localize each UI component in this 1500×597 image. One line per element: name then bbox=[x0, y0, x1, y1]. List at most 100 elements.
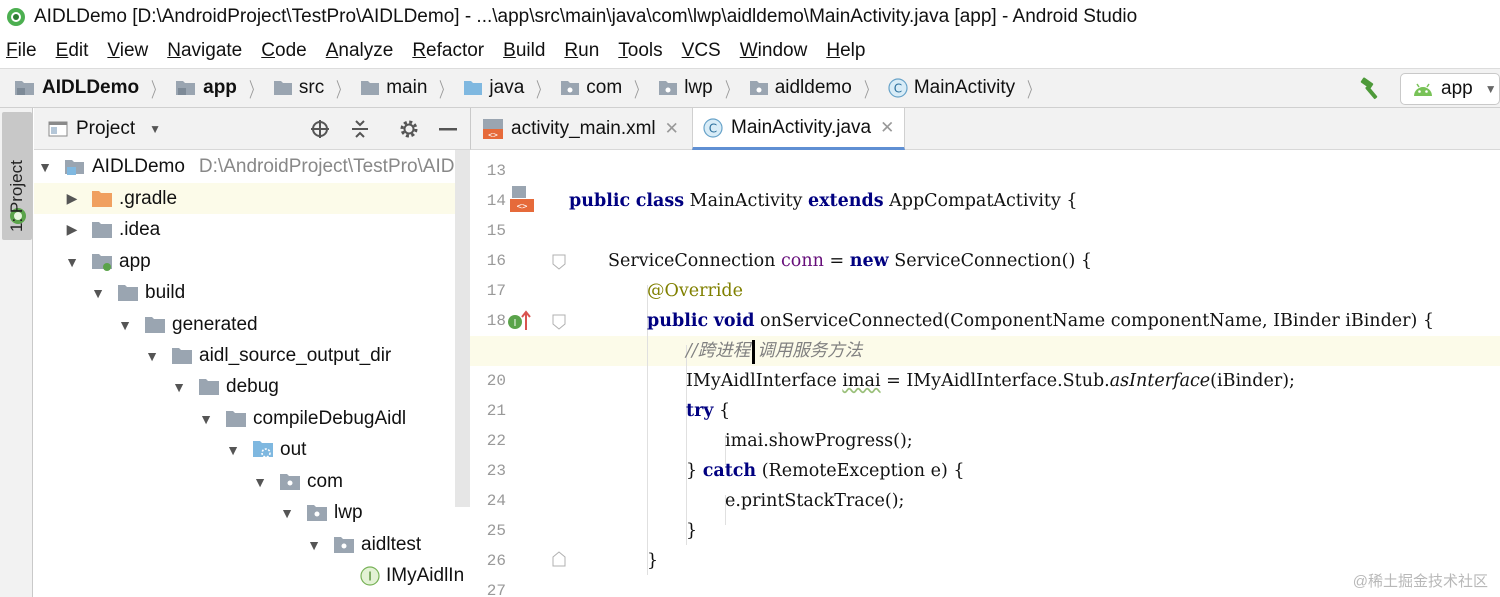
expand-arrow-icon[interactable]: ▼ bbox=[172, 379, 186, 395]
expand-arrow-icon[interactable]: ▶ bbox=[65, 221, 79, 238]
breadcrumb-com[interactable]: com bbox=[560, 77, 622, 99]
folder-icon bbox=[360, 80, 380, 96]
title-bar: AIDLDemo [D:\AndroidProject\TestPro\AIDL… bbox=[0, 0, 1500, 34]
menu-run[interactable]: Run bbox=[564, 40, 599, 62]
breadcrumb-app[interactable]: app bbox=[175, 77, 237, 99]
tab-activity-main-xml[interactable]: <> activity_main.xml ✕ bbox=[471, 108, 689, 150]
expand-arrow-icon[interactable]: ▼ bbox=[226, 442, 240, 458]
menu-view[interactable]: View bbox=[107, 40, 148, 62]
tree-item-label: aidltest bbox=[361, 533, 422, 555]
hide-icon[interactable] bbox=[439, 128, 457, 132]
menu-vcs[interactable]: VCS bbox=[682, 40, 721, 62]
collapse-all-icon[interactable] bbox=[350, 119, 370, 139]
code-line-14: public class MainActivity extends AppCom… bbox=[470, 186, 1500, 216]
expand-arrow-icon[interactable]: ▼ bbox=[199, 411, 213, 427]
svg-text:I: I bbox=[368, 569, 372, 583]
tree-item-aidldemo[interactable]: ▼ AIDLDemo D:\AndroidProject\TestPro\AID… bbox=[34, 151, 470, 182]
watermark: @稀土掘金技术社区 bbox=[1352, 573, 1488, 590]
xml-file-icon: <> bbox=[481, 118, 505, 140]
tree-item-generated[interactable]: ▼ generated bbox=[34, 309, 470, 340]
class-icon: C bbox=[888, 78, 908, 98]
tree-item-com[interactable]: ▼ com bbox=[34, 466, 470, 497]
menu-edit[interactable]: Edit bbox=[56, 40, 89, 62]
tree-item-label: compileDebugAidl bbox=[253, 407, 407, 429]
package-icon bbox=[306, 504, 328, 522]
locate-icon[interactable] bbox=[310, 119, 330, 139]
menu-refactor[interactable]: Refactor bbox=[412, 40, 484, 62]
tree-item-compiledebugaidl[interactable]: ▼ compileDebugAidl bbox=[34, 403, 470, 434]
tree-item-label: IMyAidlIn bbox=[386, 564, 465, 586]
tree-item-label: lwp bbox=[334, 501, 363, 523]
expand-arrow-icon[interactable]: ▼ bbox=[253, 474, 267, 490]
menu-window[interactable]: Window bbox=[740, 40, 808, 62]
close-icon[interactable]: ✕ bbox=[665, 119, 679, 139]
menu-build[interactable]: Build bbox=[503, 40, 545, 62]
breadcrumb-src[interactable]: src bbox=[273, 77, 324, 99]
package-icon bbox=[658, 80, 678, 96]
package-icon bbox=[279, 473, 301, 491]
close-icon[interactable]: ✕ bbox=[880, 118, 894, 138]
breadcrumb-label: lwp bbox=[684, 77, 713, 98]
code-text: (RemoteException e) { bbox=[756, 461, 965, 481]
chevron-down-icon[interactable]: ▼ bbox=[149, 122, 161, 136]
type-name: IMyAidlInterface bbox=[686, 371, 843, 391]
tree-item-app[interactable]: ▼ app bbox=[34, 246, 470, 277]
breadcrumb-mainactivity[interactable]: C MainActivity bbox=[888, 77, 1015, 99]
tree-item-debug[interactable]: ▼ debug bbox=[34, 371, 470, 402]
keyword: public bbox=[569, 191, 631, 211]
project-view-select[interactable]: Project bbox=[76, 118, 135, 140]
expand-arrow-icon[interactable]: ▼ bbox=[65, 254, 79, 270]
chevron-right-icon: 〉 bbox=[863, 79, 876, 102]
menu-code[interactable]: Code bbox=[261, 40, 306, 62]
tree-item-idea[interactable]: ▶ .idea bbox=[34, 214, 470, 245]
breadcrumb-java[interactable]: java bbox=[463, 77, 524, 99]
expand-arrow-icon[interactable]: ▼ bbox=[118, 317, 132, 333]
breadcrumb-lwp[interactable]: lwp bbox=[658, 77, 713, 99]
breadcrumb-main[interactable]: main bbox=[360, 77, 427, 99]
code-line-22: imai.showProgress(); bbox=[470, 426, 1500, 456]
tree-item-out[interactable]: ▼ out bbox=[34, 434, 470, 465]
tree-item-aidltest[interactable]: ▼ aidltest bbox=[34, 529, 470, 560]
menu-bar: File Edit View Navigate Code Analyze Ref… bbox=[0, 34, 1500, 68]
text-cursor bbox=[752, 339, 756, 364]
menu-tools[interactable]: Tools bbox=[618, 40, 662, 62]
expand-arrow-icon[interactable]: ▼ bbox=[307, 537, 321, 553]
breadcrumb-label: app bbox=[203, 77, 237, 98]
static-method: asInterface bbox=[1109, 371, 1211, 391]
chevron-right-icon: 〉 bbox=[536, 79, 549, 102]
menu-analyze[interactable]: Analyze bbox=[326, 40, 394, 62]
hammer-icon[interactable] bbox=[1357, 77, 1383, 101]
tree-item-imyaidlinterface[interactable]: I IMyAidlIn bbox=[34, 560, 470, 591]
chevron-down-icon: ▼ bbox=[1484, 82, 1497, 96]
expand-arrow-icon[interactable]: ▼ bbox=[91, 285, 105, 301]
package-icon bbox=[749, 80, 769, 96]
tree-item-label: build bbox=[145, 281, 186, 303]
operator: = bbox=[829, 251, 845, 271]
tree-item-build[interactable]: ▼ build bbox=[34, 277, 470, 308]
breadcrumb-aidldemo-package[interactable]: aidldemo bbox=[749, 77, 852, 99]
comment: 调用服务方法 bbox=[757, 341, 863, 361]
run-configuration-select[interactable]: app ▼ bbox=[1400, 73, 1500, 105]
expand-arrow-icon[interactable]: ▶ bbox=[65, 190, 79, 207]
expand-arrow-icon[interactable]: ▼ bbox=[145, 348, 159, 364]
class-icon: C bbox=[703, 117, 723, 138]
interface-icon: I bbox=[360, 565, 380, 586]
breadcrumb-aidldemo[interactable]: AIDLDemo bbox=[14, 77, 139, 99]
project-tool-window-button[interactable]: 1: Project bbox=[2, 112, 32, 240]
menu-navigate[interactable]: Navigate bbox=[167, 40, 242, 62]
expand-arrow-icon[interactable]: ▼ bbox=[280, 505, 294, 521]
chevron-right-icon: 〉 bbox=[151, 79, 164, 102]
code-editor[interactable]: <> I public class MainActivity extends A… bbox=[470, 150, 1500, 597]
menu-help[interactable]: Help bbox=[826, 40, 865, 62]
breadcrumb-label: src bbox=[298, 77, 325, 98]
breadcrumb-label: java bbox=[489, 77, 525, 98]
expand-arrow-icon[interactable]: ▼ bbox=[38, 159, 52, 175]
tab-mainactivity-java[interactable]: C MainActivity.java ✕ bbox=[692, 108, 906, 150]
tree-item-gradle[interactable]: ▶ .gradle bbox=[34, 183, 470, 214]
gear-icon[interactable] bbox=[398, 118, 420, 140]
project-tree-scrollbar[interactable] bbox=[455, 150, 470, 507]
tree-item-aidl-source-output-dir[interactable]: ▼ aidl_source_output_dir bbox=[34, 340, 470, 371]
chevron-right-icon: 〉 bbox=[336, 79, 349, 102]
tree-item-lwp[interactable]: ▼ lwp bbox=[34, 497, 470, 528]
menu-file[interactable]: File bbox=[6, 40, 37, 62]
